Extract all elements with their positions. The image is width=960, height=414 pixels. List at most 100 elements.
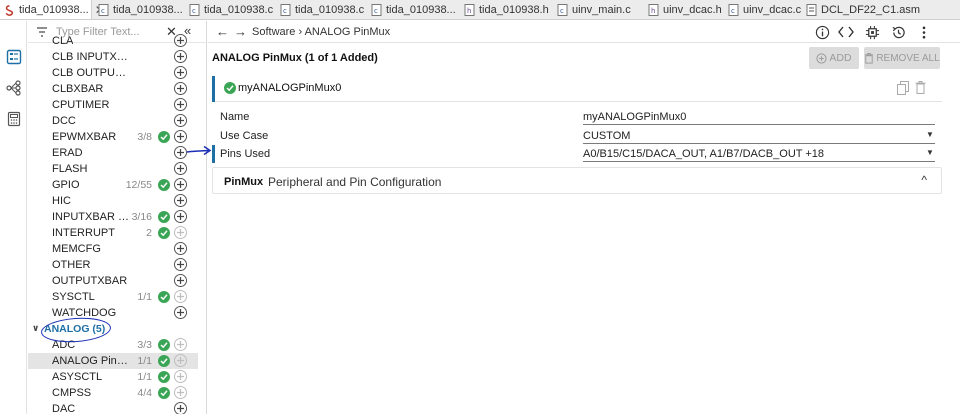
add-icon <box>816 52 827 64</box>
add-button[interactable]: ADD <box>809 47 859 69</box>
module-label: ERAD <box>52 147 83 159</box>
add-instance-icon[interactable] <box>174 50 187 63</box>
check-icon <box>158 371 170 383</box>
add-instance-icon[interactable] <box>174 242 187 255</box>
chip-icon[interactable] <box>864 24 880 40</box>
add-instance-icon[interactable] <box>174 306 187 319</box>
page-title: ANALOG PinMux (1 of 1 Added) <box>212 52 378 64</box>
tab-file[interactable]: h uinv_dcac.h <box>643 0 723 19</box>
delete-icon[interactable] <box>915 81 926 97</box>
tab-file[interactable]: c tida_010938... <box>366 0 458 19</box>
module-list-item[interactable]: ASYSCTL 1/1 <box>28 369 198 385</box>
info-icon[interactable] <box>814 24 830 40</box>
add-instance-icon[interactable] <box>174 114 187 127</box>
module-list-item[interactable]: ERAD <box>28 145 198 161</box>
module-list-item[interactable]: CLBXBAR <box>28 81 198 97</box>
forward-button[interactable]: → <box>234 24 247 39</box>
breadcrumb[interactable]: Software › ANALOG PinMux <box>252 26 390 38</box>
pins-used-dropdown[interactable]: A0/B15/C15/DACA_OUT, A1/B7/DACB_OUT +18 <box>583 148 935 162</box>
module-list-item[interactable]: EPWMXBAR 3/8 <box>28 129 198 145</box>
module-list-item[interactable]: OUTPUTXBAR <box>28 273 198 289</box>
module-list-item[interactable]: MEMCFG <box>28 241 198 257</box>
tab-file[interactable]: c uinv_main.c <box>552 0 642 19</box>
add-instance-icon[interactable] <box>174 386 187 399</box>
add-instance-icon[interactable] <box>174 98 187 111</box>
collapse-chevron-icon[interactable]: ^ <box>921 173 927 187</box>
add-instance-icon[interactable] <box>174 210 187 223</box>
tab-file[interactable]: c tida_010938.c <box>275 0 365 19</box>
name-field[interactable]: myANALOGPinMux0 <box>583 111 935 125</box>
add-instance-icon[interactable] <box>174 178 187 191</box>
tab-file[interactable]: DCL_DF22_C1.asm <box>801 0 921 19</box>
module-list-item[interactable]: INPUTXBAR IN... 3/16 <box>28 209 198 225</box>
copy-icon[interactable] <box>897 81 909 98</box>
tab-label: uinv_main.c <box>572 4 631 16</box>
module-label: ASYSCTL <box>52 371 103 383</box>
property-pins-row: Pins Used A0/B15/C15/DACA_OUT, A1/B7/DAC… <box>212 145 942 163</box>
usecase-dropdown[interactable]: CUSTOM <box>583 130 935 144</box>
module-list-item[interactable]: CPUTIMER <box>28 97 198 113</box>
back-button[interactable]: ← <box>216 24 229 39</box>
svg-text:c: c <box>560 7 564 15</box>
module-list-item[interactable]: OTHER <box>28 257 198 273</box>
add-instance-icon[interactable] <box>174 194 187 207</box>
remove-all-button[interactable]: REMOVE ALL <box>864 47 940 69</box>
add-instance-icon[interactable] <box>174 338 187 351</box>
tab-file[interactable]: c uinv_dcac.c <box>724 0 802 19</box>
add-instance-icon[interactable] <box>174 226 187 239</box>
section-description: Peripheral and Pin Configuration <box>268 175 442 189</box>
add-instance-icon[interactable] <box>174 274 187 287</box>
history-icon[interactable] <box>890 24 906 40</box>
module-list-item[interactable]: GPIO 12/55 <box>28 177 198 193</box>
module-list-item[interactable]: DAC <box>28 401 198 414</box>
tab-label: tida_010938... <box>113 4 183 16</box>
module-count: 1/1 <box>137 355 152 367</box>
module-label: EPWMXBAR <box>52 131 117 143</box>
module-list-item[interactable]: FLASH <box>28 161 198 177</box>
tab-file[interactable]: c tida_010938... <box>93 0 183 19</box>
chevron-down-icon[interactable]: ∨ <box>32 323 39 334</box>
add-instance-icon[interactable] <box>174 66 187 79</box>
module-count: 1/1 <box>137 291 152 303</box>
code-icon[interactable] <box>838 24 854 40</box>
svg-text:c: c <box>192 7 196 15</box>
remove-all-label: REMOVE ALL <box>876 52 940 64</box>
module-list-item[interactable]: CLB INPUTXBAR INPUT <box>28 49 198 65</box>
module-list-item[interactable]: HIC <box>28 193 198 209</box>
module-list-item[interactable]: SYSCTL 1/1 <box>28 289 198 305</box>
c-file-icon: c <box>188 4 200 16</box>
module-list-item[interactable]: INTERRUPT 2 <box>28 225 198 241</box>
module-list-item[interactable]: CLB OUTPUTXBAR <box>28 65 198 81</box>
add-instance-icon[interactable] <box>174 370 187 383</box>
more-icon[interactable] <box>916 24 932 40</box>
add-instance-icon[interactable] <box>174 162 187 175</box>
add-instance-icon[interactable] <box>174 402 187 414</box>
outline-view-icon[interactable] <box>6 49 22 65</box>
add-instance-icon[interactable] <box>174 290 187 303</box>
module-list-item[interactable]: DCC <box>28 113 198 129</box>
module-list: CLA CLB INPUTXBAR INPUT CLB OUTPUTXBAR CLBX… <box>28 34 198 414</box>
module-label: CLA <box>52 35 74 47</box>
tab-label: uinv_dcac.c <box>743 4 802 16</box>
add-instance-icon[interactable] <box>174 82 187 95</box>
add-instance-icon[interactable] <box>174 34 187 47</box>
module-list-item[interactable]: WATCHDOG <box>28 305 198 321</box>
tab-label: tida_010938... <box>386 4 456 16</box>
check-icon <box>158 291 170 303</box>
add-instance-icon[interactable] <box>174 258 187 271</box>
dropdown-caret-icon[interactable]: ▼ <box>926 148 934 157</box>
tab-file[interactable]: c tida_010938.c <box>184 0 274 19</box>
tab-syscfg[interactable]: tida_010938... ✕ <box>0 0 105 19</box>
add-label: ADD <box>829 52 852 64</box>
add-instance-icon[interactable] <box>174 354 187 367</box>
add-instance-icon[interactable] <box>174 130 187 143</box>
calculator-icon[interactable] <box>6 111 22 127</box>
module-list-item[interactable]: CMPSS 4/4 <box>28 385 198 401</box>
module-list-item[interactable]: ANALOG PinMux 1/1 <box>28 353 198 369</box>
hierarchy-icon[interactable] <box>6 80 22 96</box>
module-list-item[interactable]: CLA <box>28 33 198 49</box>
dropdown-caret-icon[interactable]: ▼ <box>926 130 934 139</box>
instance-row[interactable]: myANALOGPinMux0 <box>212 76 942 102</box>
tab-file[interactable]: h tida_010938.h <box>459 0 551 19</box>
pinmux-section[interactable]: PinMux Peripheral and Pin Configuration … <box>212 167 942 194</box>
